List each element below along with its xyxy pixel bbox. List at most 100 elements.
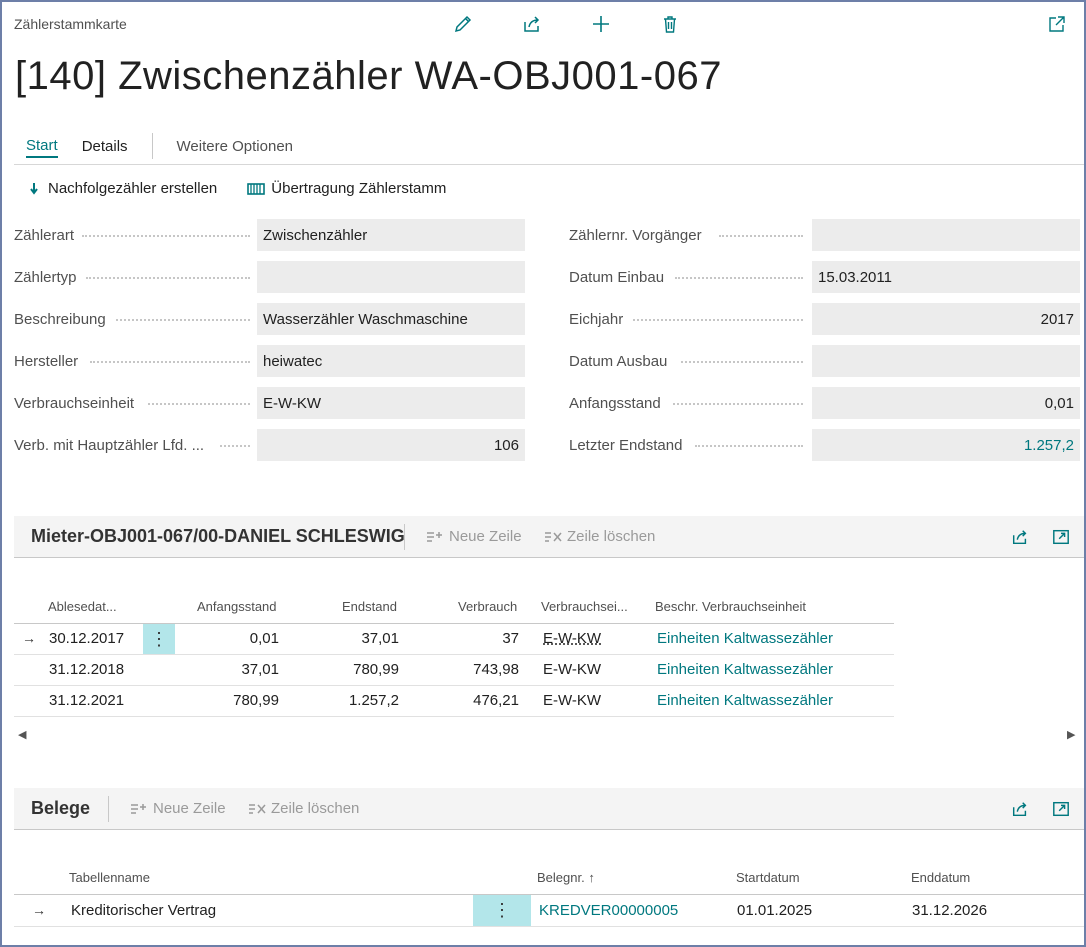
column-header-reading-date[interactable]: Ablesedat... — [48, 599, 117, 614]
meter-type-field[interactable] — [257, 261, 525, 293]
column-header-document-no[interactable]: Belegnr. ↑ — [537, 870, 595, 885]
create-successor-meter-label: Nachfolgezähler erstellen — [48, 180, 218, 197]
column-header-end-reading[interactable]: Endstand — [342, 599, 397, 614]
install-date-field[interactable]: 15.03.2011 — [812, 261, 1080, 293]
start-date-cell[interactable]: 01.01.2025 — [737, 902, 812, 919]
create-successor-meter-button[interactable]: Nachfolgezähler erstellen — [30, 180, 217, 197]
column-header-end-date[interactable]: Enddatum — [911, 870, 970, 885]
scroll-right-icon[interactable]: ▶ — [1067, 728, 1075, 741]
documents-part-title: Belege — [31, 798, 91, 818]
arrow-down-icon — [30, 182, 38, 195]
meter-kind-field[interactable]: Zwischenzähler — [257, 219, 525, 251]
start-reading-cell[interactable]: 780,99 — [179, 692, 279, 709]
field-predecessor-meter-no: Zählernr. Vorgänger — [569, 219, 1080, 251]
label-dots — [719, 235, 803, 237]
reading-date-cell[interactable]: 30.12.2017 — [49, 630, 124, 647]
column-header-consumption-unit[interactable]: Verbrauchsei... — [541, 599, 628, 614]
consumption-unit-cell[interactable]: E-W-KW — [543, 630, 601, 647]
documents-new-line-button[interactable]: Neue Zeile — [130, 800, 226, 817]
consumption-cell[interactable]: 743,98 — [419, 661, 519, 678]
plus-icon[interactable] — [589, 12, 613, 36]
consumption-unit-field[interactable]: E-W-KW — [257, 387, 525, 419]
row-menu-kebab-icon[interactable]: ⋮ — [473, 895, 531, 926]
action-bar: Nachfolgezähler erstellen Übertragung Zä… — [30, 180, 478, 197]
document-no-cell[interactable]: KREDVER00000005 — [539, 902, 678, 919]
removal-date-field[interactable] — [812, 345, 1080, 377]
row-divider — [14, 654, 894, 655]
row-divider — [14, 716, 894, 717]
readings-new-line-button[interactable]: Neue Zeile — [426, 528, 522, 545]
reading-date-cell[interactable]: 31.12.2021 — [49, 692, 124, 709]
scroll-left-icon[interactable]: ◀ — [18, 728, 26, 741]
consumption-cell[interactable]: 37 — [419, 630, 519, 647]
field-label: Zählertyp — [14, 268, 77, 286]
share-icon[interactable] — [1009, 798, 1031, 820]
field-description: Beschreibung Wasserzähler Waschmaschine — [14, 303, 525, 335]
label-dots — [220, 445, 250, 447]
readings-delete-line-button[interactable]: Zeile löschen — [544, 528, 655, 545]
consumption-cell[interactable]: 476,21 — [419, 692, 519, 709]
pencil-icon[interactable] — [451, 12, 475, 36]
calibration-year-field[interactable]: 2017 — [812, 303, 1080, 335]
table-name-cell[interactable]: Kreditorischer Vertrag — [71, 902, 216, 919]
start-reading-field[interactable]: 0,01 — [812, 387, 1080, 419]
consumption-unit-cell[interactable]: E-W-KW — [543, 692, 601, 709]
end-reading-cell[interactable]: 780,99 — [299, 661, 399, 678]
trash-icon[interactable] — [658, 12, 682, 36]
last-end-reading-field[interactable]: 1.257,2 — [812, 429, 1080, 461]
column-header-consumption[interactable]: Verbrauch — [458, 599, 517, 614]
unit-description-cell[interactable]: Einheiten Kaltwassezähler — [657, 630, 833, 647]
unit-description-cell[interactable]: Einheiten Kaltwassezähler — [657, 661, 833, 678]
end-reading-cell[interactable]: 1.257,2 — [299, 692, 399, 709]
column-header-table-name[interactable]: Tabellenname — [69, 870, 150, 885]
tab-start[interactable]: Start — [26, 135, 58, 158]
expand-icon[interactable] — [1050, 526, 1072, 548]
row-divider — [14, 926, 1084, 927]
reading-date-cell[interactable]: 31.12.2018 — [49, 661, 124, 678]
column-header-start-date[interactable]: Startdatum — [736, 870, 800, 885]
page-frame: Zählerstammkarte [140] Zwischenzähler WA… — [0, 0, 1086, 947]
start-reading-cell[interactable]: 37,01 — [179, 661, 279, 678]
label-dots — [695, 445, 803, 447]
predecessor-meter-no-field[interactable] — [812, 219, 1080, 251]
column-header-start-reading[interactable]: Anfangsstand — [197, 599, 277, 614]
field-start-reading: Anfangsstand 0,01 — [569, 387, 1080, 419]
selected-row-arrow-icon: → — [22, 630, 36, 646]
label-dots — [633, 319, 803, 321]
main-meter-link-field[interactable]: 106 — [257, 429, 525, 461]
share-icon[interactable] — [1009, 526, 1031, 548]
end-date-cell[interactable]: 31.12.2026 — [912, 902, 987, 919]
consumption-unit-cell[interactable]: E-W-KW — [543, 661, 601, 678]
popout-icon[interactable] — [1045, 12, 1069, 36]
manufacturer-field[interactable]: heiwatec — [257, 345, 525, 377]
transfer-meter-master-button[interactable]: Übertragung Zählerstamm — [247, 180, 446, 197]
description-field[interactable]: Wasserzähler Waschmaschine — [257, 303, 525, 335]
expand-icon[interactable] — [1050, 798, 1072, 820]
new-line-label: Neue Zeile — [449, 528, 522, 545]
row-divider — [14, 685, 894, 686]
end-reading-cell[interactable]: 37,01 — [299, 630, 399, 647]
label-dots — [681, 361, 803, 363]
column-header-unit-description[interactable]: Beschr. Verbrauchseinheit — [655, 599, 806, 614]
page-caption: Zählerstammkarte — [14, 16, 127, 32]
page-title: [140] Zwischenzähler WA-OBJ001-067 — [15, 54, 722, 98]
tab-more-options[interactable]: Weitere Optionen — [177, 136, 293, 157]
field-label: Verbrauchseinheit — [14, 394, 135, 412]
field-label: Eichjahr — [569, 310, 624, 328]
tab-details[interactable]: Details — [82, 136, 128, 157]
field-main-meter-link: Verb. mit Hauptzähler Lfd. ... 106 — [14, 429, 525, 461]
row-menu-kebab-icon[interactable]: ⋮ — [143, 624, 175, 654]
share-icon[interactable] — [520, 12, 544, 36]
new-line-label: Neue Zeile — [153, 800, 226, 817]
documents-delete-line-button[interactable]: Zeile löschen — [248, 800, 359, 817]
field-label: Zählerart — [14, 226, 75, 244]
unit-description-cell[interactable]: Einheiten Kaltwassezähler — [657, 692, 833, 709]
field-label: Zählernr. Vorgänger — [569, 226, 702, 244]
field-meter-kind: Zählerart Zwischenzähler — [14, 219, 525, 251]
delete-line-label: Zeile löschen — [271, 800, 360, 817]
tab-bar: Start Details Weitere Optionen — [14, 133, 317, 159]
start-reading-cell[interactable]: 0,01 — [179, 630, 279, 647]
field-label: Datum Einbau — [569, 268, 665, 286]
readings-part: Mieter-OBJ001-067/00-DANIEL SCHLESWIG Ne… — [14, 516, 1084, 772]
header-divider — [108, 796, 109, 822]
